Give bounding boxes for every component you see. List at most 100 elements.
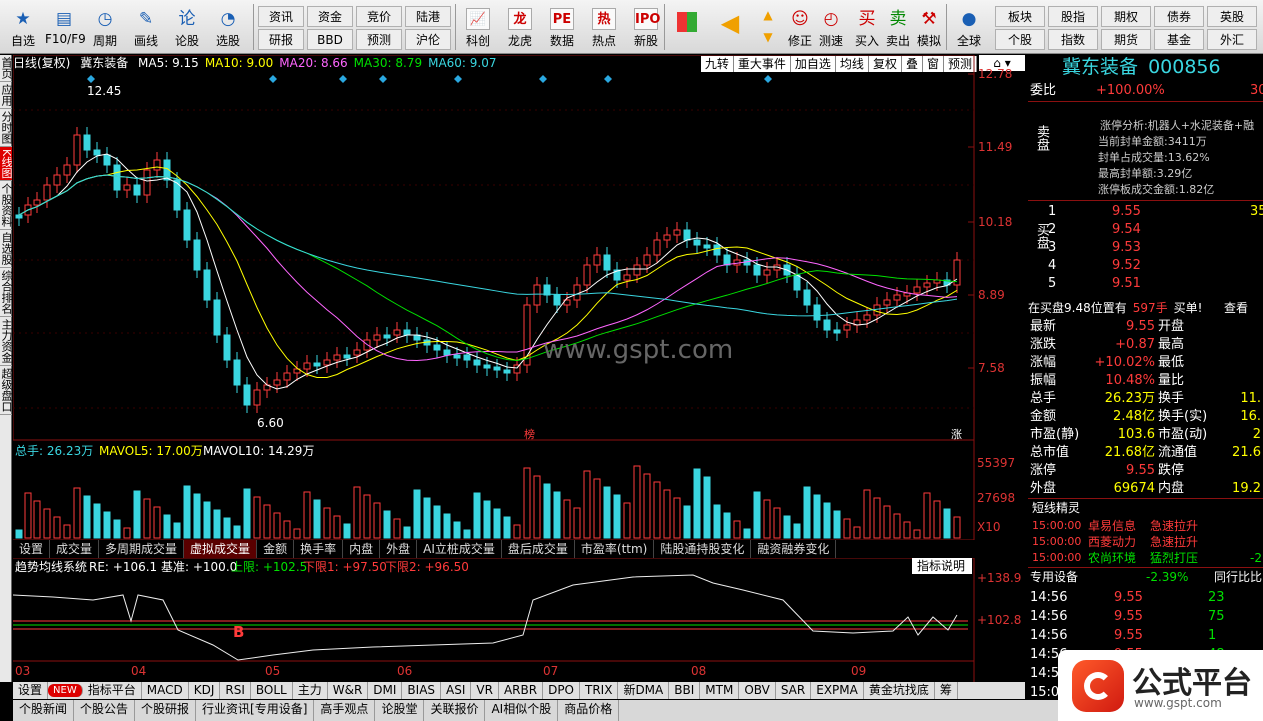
- toolbar-sell-button[interactable]: 卖卖出: [883, 2, 913, 52]
- volume-tab[interactable]: 陆股通持股变化: [654, 540, 752, 558]
- toolbar-globe-button[interactable]: ● 全球: [954, 2, 984, 52]
- left-tab[interactable]: 分时图: [0, 109, 13, 147]
- indicator-tab[interactable]: DPO: [543, 682, 580, 699]
- indicator-tab[interactable]: 筹: [935, 682, 958, 699]
- event-marker[interactable]: [454, 75, 462, 83]
- toolbar-clock-button[interactable]: ◷ 周期: [86, 2, 124, 52]
- toolbar-chart-search-button[interactable]: ◔ 选股: [209, 2, 247, 52]
- left-tab[interactable]: 综合排名: [0, 268, 13, 318]
- toolbar-grid-button[interactable]: 沪伦: [405, 29, 451, 50]
- toolbar-smile-button[interactable]: ☺ 修正: [785, 2, 815, 52]
- bid-price[interactable]: 9.55: [1112, 203, 1141, 221]
- toolbar-pencil-button[interactable]: ✎ 画线: [127, 2, 165, 52]
- left-tab[interactable]: 主力资金: [0, 317, 13, 367]
- volume-tab[interactable]: 市盈率(ttm): [575, 540, 655, 558]
- toolbar-lungu-button[interactable]: 论论股: [168, 2, 206, 52]
- indicator-tab[interactable]: BOLL: [251, 682, 293, 699]
- zaimai-view[interactable]: 查看: [1224, 299, 1248, 317]
- indicator-tab[interactable]: MACD: [142, 682, 189, 699]
- indicator-tab[interactable]: TRIX: [580, 682, 619, 699]
- indicator-tab[interactable]: BIAS: [402, 682, 442, 699]
- toolbar-chart-button[interactable]: 📈 科创: [458, 2, 498, 52]
- news-tab[interactable]: 论股堂: [375, 700, 425, 721]
- toolbar-grid-button[interactable]: 竞价: [356, 6, 402, 27]
- indicator-tab[interactable]: 新DMA: [618, 682, 670, 699]
- indicator-tab[interactable]: 主力: [293, 682, 328, 699]
- indicator-tab[interactable]: 设置: [13, 682, 49, 699]
- indicator-tab[interactable]: ASI: [441, 682, 472, 699]
- jingling-stock[interactable]: 农尚环境: [1088, 549, 1136, 567]
- volume-tab[interactable]: 融资融券变化: [751, 540, 837, 558]
- indicator-tab[interactable]: KDJ: [189, 682, 221, 699]
- event-marker[interactable]: [764, 75, 772, 83]
- volume-tab[interactable]: 设置: [13, 540, 51, 558]
- indicator-tab[interactable]: EXPMA: [811, 682, 864, 699]
- toolbar-speed-button[interactable]: ◴ 测速: [816, 2, 846, 52]
- volume-tab[interactable]: AI立桩成交量: [417, 540, 502, 558]
- left-tab[interactable]: 应用: [0, 82, 13, 109]
- sector-compare[interactable]: 同行比比: [1214, 568, 1262, 586]
- limit-up-marker[interactable]: 涨: [951, 428, 962, 441]
- toolbar-dragon-button[interactable]: 龙龙虎: [500, 2, 540, 52]
- left-tab[interactable]: 超级盘口: [0, 366, 13, 416]
- toolbar-hot-button[interactable]: 热热点: [584, 2, 624, 52]
- volume-tab[interactable]: 成交量: [50, 540, 100, 558]
- toolbar-grid-button[interactable]: 债券: [1154, 6, 1204, 27]
- bid-price[interactable]: 9.53: [1112, 239, 1141, 257]
- toolbar-grid-button[interactable]: 板块: [995, 6, 1045, 27]
- left-tab[interactable]: 首页: [0, 55, 13, 82]
- sector-name[interactable]: 专用设备: [1030, 570, 1078, 584]
- bid-price[interactable]: 9.54: [1112, 221, 1141, 239]
- indicator-tab[interactable]: NEW: [48, 684, 83, 697]
- toolbar-grid-button[interactable]: 期货: [1101, 29, 1151, 50]
- left-tab[interactable]: 个股资料: [0, 181, 13, 231]
- toolbar-grid-button[interactable]: 陆港: [405, 6, 451, 27]
- event-marker[interactable]: [269, 75, 277, 83]
- toolbar-star-button[interactable]: ★ 自选: [4, 2, 42, 52]
- layout-button[interactable]: [672, 2, 702, 52]
- indicator-tab[interactable]: W&R: [328, 682, 369, 699]
- event-marker[interactable]: [604, 75, 612, 83]
- news-tab[interactable]: 关联报价: [424, 700, 486, 721]
- indicator-tab[interactable]: 黄金坑找底: [864, 682, 935, 699]
- kline-chart-panel[interactable]: 日线(复权) 冀东装备 MA5: 9.15 MA10: 9.00 MA20: 8.6…: [13, 55, 1025, 682]
- bid-price[interactable]: 9.51: [1112, 275, 1141, 293]
- event-marker[interactable]: [539, 75, 547, 83]
- indicator-tab[interactable]: DMI: [368, 682, 403, 699]
- toolbar-grid-button[interactable]: 资讯: [258, 6, 304, 27]
- news-tab[interactable]: 个股新闻: [13, 700, 75, 721]
- toolbar-grid-button[interactable]: BBD: [307, 29, 353, 50]
- toolbar-grid-button[interactable]: 预测: [356, 29, 402, 50]
- indicator-tab[interactable]: 指标平台: [83, 682, 142, 699]
- toolbar-grid-button[interactable]: 研报: [258, 29, 304, 50]
- event-marker[interactable]: [87, 75, 95, 83]
- event-marker[interactable]: [339, 75, 347, 83]
- buy-signal-marker[interactable]: B: [233, 623, 244, 641]
- indicator-tab[interactable]: RSI: [220, 682, 251, 699]
- up-down-buttons[interactable]: ▲ ▼: [756, 2, 780, 52]
- indicator-help-label[interactable]: 指标说明: [917, 558, 965, 573]
- indicator-tab[interactable]: OBV: [739, 682, 776, 699]
- toolbar-grid-button[interactable]: 资金: [307, 6, 353, 27]
- volume-tab[interactable]: 盘后成交量: [502, 540, 575, 558]
- indicator-tab[interactable]: BBI: [669, 682, 701, 699]
- news-tab[interactable]: 个股公告: [74, 700, 136, 721]
- toolbar-grid-button[interactable]: 基金: [1154, 29, 1204, 50]
- news-tab[interactable]: 高手观点: [314, 700, 376, 721]
- indicator-tab[interactable]: ARBR: [499, 682, 544, 699]
- left-tab[interactable]: K线图: [0, 147, 13, 182]
- indicator-tab[interactable]: VR: [471, 682, 499, 699]
- volume-tab[interactable]: 多周期成交量: [99, 540, 185, 558]
- volume-tab[interactable]: 虚拟成交量: [184, 540, 258, 558]
- toolbar-ipo-button[interactable]: IPO 新股: [626, 2, 666, 52]
- event-marker[interactable]: [379, 75, 387, 83]
- news-tab[interactable]: 个股研报: [135, 700, 197, 721]
- toolbar-grid-button[interactable]: 期权: [1101, 6, 1151, 27]
- news-tab[interactable]: AI相似个股: [485, 700, 559, 721]
- bid-price[interactable]: 9.52: [1112, 257, 1141, 275]
- volume-tab[interactable]: 内盘: [343, 540, 381, 558]
- toolbar-buy-button[interactable]: 买买入: [852, 2, 882, 52]
- back-button[interactable]: ◀: [712, 2, 748, 52]
- indicator-tab[interactable]: SAR: [776, 682, 812, 699]
- toolbar-grid-button[interactable]: 指数: [1048, 29, 1098, 50]
